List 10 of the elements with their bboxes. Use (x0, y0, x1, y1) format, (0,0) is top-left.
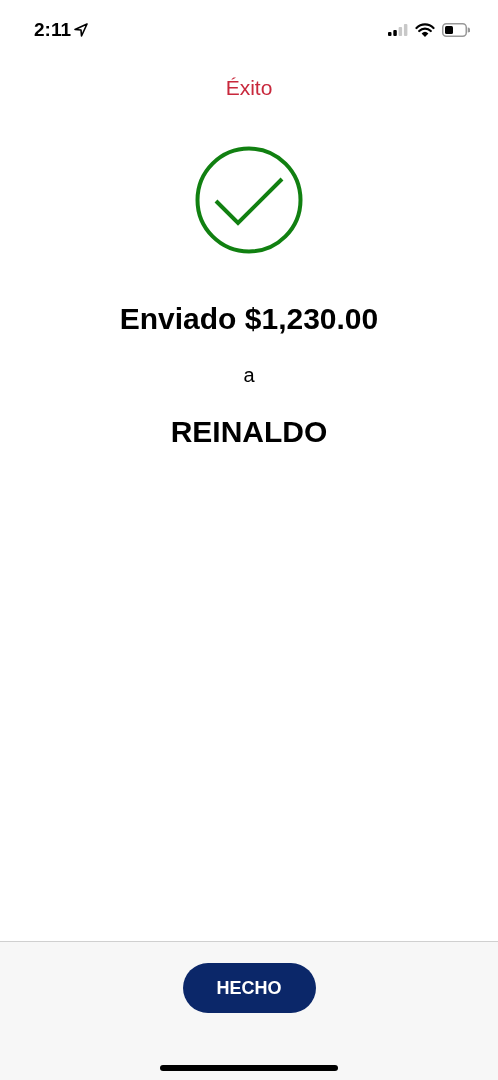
signal-icon (388, 24, 408, 36)
amount-sent-text: Enviado $1,230.00 (119, 302, 379, 336)
location-arrow-icon (74, 23, 88, 37)
screen-title: Éxito (225, 76, 273, 100)
status-time: 2:11 (34, 19, 71, 41)
connector-text: a (243, 364, 255, 387)
recipient-name: REINALDO (170, 415, 328, 449)
wifi-icon (415, 22, 435, 38)
battery-icon (442, 23, 470, 37)
done-button[interactable]: HECHO (182, 963, 316, 1013)
